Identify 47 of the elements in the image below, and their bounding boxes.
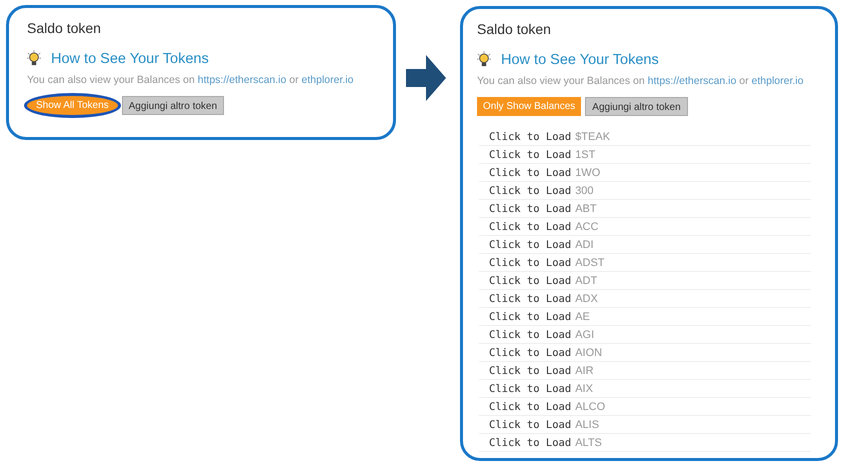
load-link[interactable]: Click to Load	[489, 346, 572, 358]
load-link[interactable]: Click to Load	[489, 256, 572, 268]
load-link[interactable]: Click to Load	[489, 130, 572, 142]
info-text: You can also view your Balances on https://etherscan.io or ethplorer.io	[27, 74, 354, 86]
token-symbol: AE	[575, 310, 590, 322]
token-symbol: AIX	[575, 382, 593, 394]
token-symbol: ADI	[575, 238, 594, 250]
token-symbol: ALIS	[575, 418, 600, 430]
token-symbol: ALCO	[575, 400, 606, 412]
token-symbol: $TEAK	[575, 130, 610, 142]
how-to-link[interactable]: How to See Your Tokens	[501, 52, 659, 68]
token-symbol: ABT	[575, 202, 597, 214]
load-link[interactable]: Click to Load	[489, 364, 572, 376]
load-link[interactable]: Click to Load	[489, 382, 572, 394]
load-link[interactable]: Click to Load	[489, 148, 572, 160]
token-symbol: ACC	[575, 220, 598, 232]
token-symbol: AION	[575, 346, 602, 358]
token-symbol: 1ST	[575, 148, 596, 160]
add-token-button[interactable]: Aggiungi altro token	[122, 96, 224, 115]
load-link[interactable]: Click to Load	[489, 418, 572, 430]
token-symbol: 300	[575, 184, 594, 196]
load-link[interactable]: Click to Load	[489, 202, 572, 214]
token-symbol: ADT	[575, 274, 598, 286]
panel-title: Saldo token	[27, 20, 102, 36]
load-link[interactable]: Click to Load	[489, 184, 572, 196]
info-text: You can also view your Balances on https://etherscan.io or ethplorer.io	[477, 75, 804, 87]
panel-title: Saldo token	[477, 21, 552, 37]
how-to-link[interactable]: How to See Your Tokens	[51, 51, 209, 67]
load-link[interactable]: Click to Load	[489, 274, 572, 286]
load-link[interactable]: Click to Load	[489, 436, 572, 448]
load-link[interactable]: Click to Load	[489, 292, 572, 304]
token-symbol: AIR	[575, 364, 594, 376]
add-token-button[interactable]: Aggiungi altro token	[585, 97, 688, 116]
arrow-icon	[406, 55, 446, 101]
token-symbol: AGI	[575, 328, 594, 340]
load-link[interactable]: Click to Load	[489, 238, 572, 250]
token-symbol: 1WO	[575, 166, 600, 178]
load-link[interactable]: Click to Load	[489, 328, 572, 340]
token-symbol: ADST	[575, 256, 605, 268]
load-link[interactable]: Click to Load	[489, 400, 572, 412]
lightbulb-icon	[477, 51, 491, 69]
token-symbol: ALTS	[575, 436, 602, 448]
load-link[interactable]: Click to Load	[489, 310, 572, 322]
token-symbol: ADX	[575, 292, 598, 304]
lightbulb-icon	[27, 50, 41, 68]
load-link[interactable]: Click to Load	[489, 166, 572, 178]
load-link[interactable]: Click to Load	[489, 220, 572, 232]
